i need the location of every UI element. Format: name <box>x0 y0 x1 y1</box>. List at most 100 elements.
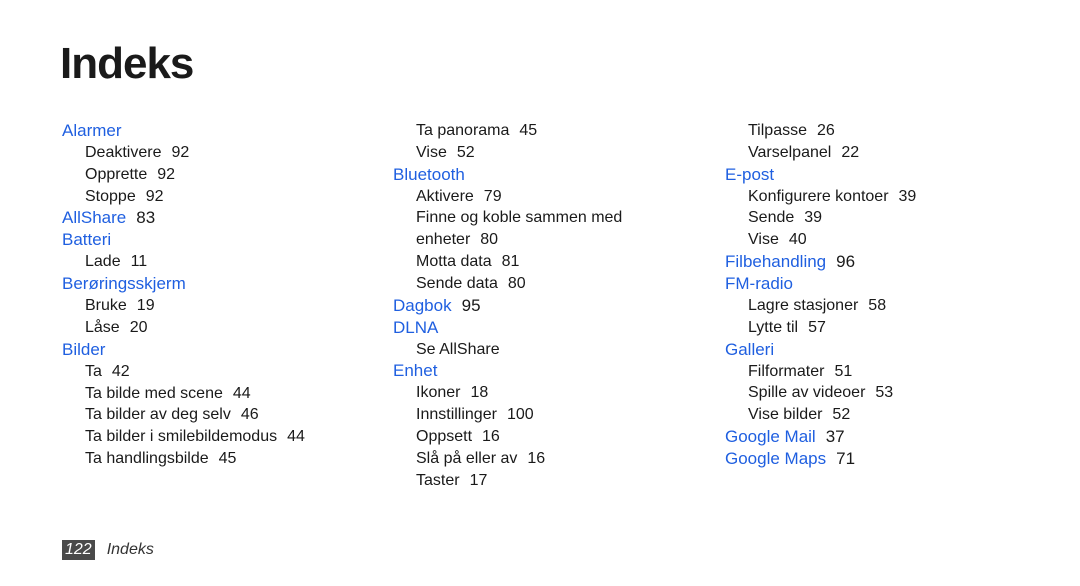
index-subentry[interactable]: Lagre stasjoner 58 <box>725 295 916 317</box>
index-heading[interactable]: Dagbok 95 <box>393 295 646 317</box>
index-heading[interactable]: Enhet <box>393 360 646 382</box>
index-subentry[interactable]: Se AllShare <box>393 339 646 361</box>
index-entry: Berøringsskjerm Bruke 19 Låse 20 <box>62 273 305 339</box>
index-subentry[interactable]: Aktivere 79 <box>393 186 646 208</box>
page-ref[interactable]: 51 <box>834 363 852 380</box>
page-ref[interactable]: 17 <box>470 472 488 489</box>
index-subentry[interactable]: Sende data 80 <box>393 273 646 295</box>
page-ref[interactable]: 80 <box>508 275 526 292</box>
page-ref[interactable]: 71 <box>836 449 855 468</box>
page-ref[interactable]: 92 <box>146 188 164 205</box>
page-ref[interactable]: 16 <box>482 428 500 445</box>
index-subentry[interactable]: Spille av videoer 53 <box>725 382 916 404</box>
index-subentry[interactable]: Lade 11 <box>62 251 305 273</box>
index-subentry[interactable]: Vise bilder 52 <box>725 404 916 426</box>
page-ref[interactable]: 52 <box>832 406 850 423</box>
page-ref[interactable]: 100 <box>507 406 534 423</box>
index-subentry[interactable]: Innstillinger 100 <box>393 404 646 426</box>
subentry-text: Motta data <box>416 252 492 270</box>
index-subentry-continued[interactable]: Vise 52 <box>393 142 646 164</box>
heading-text: Bilder <box>62 339 106 359</box>
page-ref[interactable]: 95 <box>462 296 481 315</box>
index-subentry[interactable]: Finne og koble sammen med enheter 80 <box>393 207 646 251</box>
index-subentry[interactable]: Slå på eller av 16 <box>393 448 646 470</box>
page-ref[interactable]: 22 <box>841 144 859 161</box>
index-subentry[interactable]: Ta bilde med scene 44 <box>62 383 305 405</box>
subentry-text: Filformater <box>748 362 825 380</box>
heading-text: Filbehandling <box>725 251 827 271</box>
index-subentry-continued[interactable]: Ta panorama 45 <box>393 120 646 142</box>
index-subentry[interactable]: Vise 40 <box>725 229 916 251</box>
index-heading[interactable]: AllShare 83 <box>62 207 305 229</box>
index-heading[interactable]: Bilder <box>62 339 305 361</box>
index-subentry[interactable]: Sende 39 <box>725 207 916 229</box>
page-ref[interactable]: 40 <box>789 231 807 248</box>
page-ref[interactable]: 37 <box>826 427 845 446</box>
page-ref[interactable]: 39 <box>804 209 822 226</box>
page-ref[interactable]: 53 <box>875 384 893 401</box>
page-ref[interactable]: 92 <box>171 144 189 161</box>
index-subentry[interactable]: Stoppe 92 <box>62 186 305 208</box>
heading-text: Berøringsskjerm <box>62 274 186 294</box>
index-subentry[interactable]: Opprette 92 <box>62 164 305 186</box>
page-ref[interactable]: 58 <box>868 297 886 314</box>
page-ref[interactable]: 45 <box>519 122 537 139</box>
index-heading[interactable]: Google Mail 37 <box>725 426 916 448</box>
page-ref[interactable]: 44 <box>287 428 305 445</box>
index-subentry[interactable]: Ta bilder i smilebildemodus 44 <box>62 426 305 448</box>
index-subentry[interactable]: Ta bilder av deg selv 46 <box>62 404 305 426</box>
index-heading[interactable]: Galleri <box>725 339 916 361</box>
subentry-text: Sende <box>748 209 795 227</box>
page-ref[interactable]: 92 <box>157 166 175 183</box>
index-subentry-continued[interactable]: Tilpasse 26 <box>725 120 916 142</box>
page-ref[interactable]: 42 <box>112 363 130 380</box>
page-ref[interactable]: 39 <box>899 188 917 205</box>
index-heading[interactable]: Batteri <box>62 229 305 251</box>
subentry-text: Konfigurere kontoer <box>748 187 889 205</box>
index-heading[interactable]: Bluetooth <box>393 164 646 186</box>
index-subentry[interactable]: Deaktivere 92 <box>62 142 305 164</box>
index-subentry[interactable]: Motta data 81 <box>393 251 646 273</box>
index-heading[interactable]: E-post <box>725 164 916 186</box>
page-ref[interactable]: 11 <box>131 253 148 270</box>
page-ref[interactable]: 20 <box>130 319 148 336</box>
index-entry: Galleri Filformater 51 Spille av videoer 53 V… <box>725 339 916 426</box>
index-subentry[interactable]: Bruke 19 <box>62 295 305 317</box>
page-ref[interactable]: 83 <box>136 208 155 227</box>
index-subentry[interactable]: Låse 20 <box>62 317 305 339</box>
index-heading[interactable]: DLNA <box>393 317 646 339</box>
index-subentry[interactable]: Ikoner 18 <box>393 382 646 404</box>
page-ref[interactable]: 18 <box>470 384 488 401</box>
page-ref[interactable]: 79 <box>484 188 502 205</box>
page-ref[interactable]: 26 <box>817 122 835 139</box>
index-subentry[interactable]: Ta 42 <box>62 361 305 383</box>
index-entry: Google Mail 37 <box>725 426 916 448</box>
index-subentry[interactable]: Lytte til 57 <box>725 317 916 339</box>
page-ref[interactable]: 44 <box>233 385 251 402</box>
index-subentry[interactable]: Oppsett 16 <box>393 426 646 448</box>
index-heading[interactable]: Berøringsskjerm <box>62 273 305 295</box>
subentry-text: Spille av videoer <box>748 384 866 402</box>
index-subentry[interactable]: Ta handlingsbilde 45 <box>62 448 305 470</box>
page-ref[interactable]: 46 <box>241 406 259 423</box>
subentry-text: Ta bilder i smilebildemodus <box>85 428 278 446</box>
page-ref[interactable]: 80 <box>480 231 498 248</box>
page-ref[interactable]: 57 <box>808 319 826 336</box>
index-subentry[interactable]: Taster 17 <box>393 470 646 492</box>
index-subentry[interactable]: Filformater 51 <box>725 361 916 383</box>
page-ref[interactable]: 96 <box>836 252 855 271</box>
index-heading[interactable]: FM-radio <box>725 273 916 295</box>
page-ref[interactable]: 19 <box>137 297 155 314</box>
index-heading[interactable]: Alarmer <box>62 120 305 142</box>
index-heading[interactable]: Google Maps 71 <box>725 448 916 470</box>
page-ref[interactable]: 16 <box>527 450 545 467</box>
page-footer: 122 Indeks <box>62 540 154 560</box>
index-entry: Alarmer Deaktivere 92 Opprette 92 Stoppe 92 <box>62 120 305 207</box>
subentry-text: Lagre stasjoner <box>748 296 859 314</box>
index-subentry[interactable]: Konfigurere kontoer 39 <box>725 186 916 208</box>
page-ref[interactable]: 52 <box>457 144 475 161</box>
page-ref[interactable]: 81 <box>502 253 520 270</box>
index-heading[interactable]: Filbehandling 96 <box>725 251 916 273</box>
index-subentry-continued[interactable]: Varselpanel 22 <box>725 142 916 164</box>
page-ref[interactable]: 45 <box>219 450 237 467</box>
